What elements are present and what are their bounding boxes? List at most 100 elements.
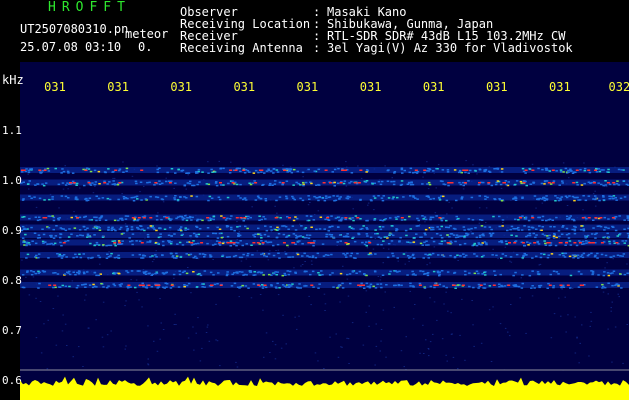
- signal-pixel: [388, 273, 391, 275]
- signal-pixel: [222, 167, 225, 170]
- signal-pixel: [163, 228, 167, 230]
- signal-pixel: [265, 170, 269, 172]
- signal-pixel: [246, 227, 249, 230]
- signal-pixel: [500, 171, 504, 173]
- noise-dot: [567, 314, 569, 316]
- signal-pixel: [219, 167, 223, 170]
- signal-pixel: [506, 229, 509, 232]
- signal-pixel: [129, 286, 132, 288]
- noise-dot: [143, 185, 145, 187]
- signal-pixel: [453, 256, 457, 259]
- signal-pixel: [95, 227, 99, 230]
- signal-pixel: [75, 184, 78, 186]
- signal-pixel: [104, 219, 108, 221]
- noise-dot: [153, 340, 155, 342]
- signal-pixel: [275, 274, 278, 276]
- signal-pixel: [226, 271, 229, 273]
- signal-pixel: [207, 172, 210, 174]
- strong-signal-pixel: [147, 284, 151, 286]
- signal-pixel: [70, 216, 73, 219]
- noise-dot: [147, 358, 149, 360]
- signal-pixel: [421, 270, 425, 273]
- signal-pixel: [212, 274, 215, 276]
- signal-pixel: [178, 215, 182, 218]
- signal-pixel: [425, 240, 428, 242]
- signal-pixel: [517, 219, 520, 221]
- signal-pixel: [73, 227, 77, 229]
- noise-dot: [476, 173, 478, 175]
- noise-dot: [388, 248, 390, 250]
- signal-pixel: [531, 270, 534, 272]
- noise-dot: [531, 163, 534, 165]
- noise-dot: [429, 262, 431, 264]
- noise-dot: [374, 238, 377, 239]
- signal-pixel: [159, 236, 162, 238]
- signal-pixel: [379, 183, 383, 186]
- signal-pixel: [595, 171, 599, 173]
- noise-dot: [122, 161, 124, 163]
- signal-pixel: [365, 241, 368, 243]
- signal-pixel: [262, 216, 265, 218]
- noise-dot: [293, 267, 295, 269]
- signal-pixel: [236, 242, 240, 244]
- signal-pixel: [336, 226, 340, 228]
- noise-dot: [592, 193, 595, 195]
- signal-pixel: [140, 257, 143, 259]
- signal-pixel: [131, 240, 134, 242]
- signal-pixel: [236, 226, 239, 228]
- strong-signal-pixel: [53, 284, 57, 286]
- signal-pixel: [617, 283, 620, 286]
- signal-pixel: [370, 253, 373, 256]
- noise-dot: [32, 276, 35, 278]
- signal-pixel: [162, 272, 166, 275]
- signal-pixel: [408, 215, 411, 218]
- signal-pixel: [26, 270, 29, 272]
- signal-pixel: [54, 235, 58, 237]
- signal-pixel: [239, 197, 242, 199]
- signal-pixel: [196, 183, 199, 186]
- signal-pixel: [333, 168, 337, 171]
- noise-dot: [553, 313, 556, 315]
- signal-pixel: [295, 217, 299, 220]
- signal-pixel: [156, 171, 160, 174]
- signal-pixel: [557, 230, 561, 232]
- noise-dot: [480, 342, 483, 344]
- signal-pixel: [612, 240, 616, 242]
- signal-pixel: [291, 256, 295, 258]
- noise-dot: [207, 161, 209, 163]
- signal-pixel: [189, 180, 192, 183]
- signal-pixel: [379, 283, 383, 285]
- signal-pixel: [103, 180, 106, 183]
- strong-signal-pixel: [572, 182, 576, 184]
- signal-pixel: [454, 236, 458, 239]
- noise-dot: [461, 298, 463, 300]
- noise-dot: [510, 304, 512, 305]
- signal-pixel: [551, 219, 554, 221]
- signal-pixel: [321, 274, 324, 276]
- signal-pixel: [285, 195, 288, 198]
- strong-signal-pixel: [43, 169, 47, 171]
- signal-pixel: [538, 286, 541, 289]
- signal-pixel: [512, 197, 516, 200]
- signal-pixel: [392, 196, 395, 198]
- strong-signal-pixel: [38, 169, 42, 171]
- noise-dot: [368, 305, 370, 307]
- strong-signal-pixel: [531, 217, 535, 219]
- noise-dot: [541, 202, 544, 204]
- signal-pixel: [292, 197, 295, 199]
- signal-pixel: [155, 215, 159, 217]
- noise-dot: [263, 356, 265, 358]
- signal-pixel: [493, 168, 496, 170]
- noise-dot: [212, 259, 214, 260]
- signal-pixel: [400, 180, 404, 182]
- signal-pixel: [429, 285, 433, 288]
- signal-pixel: [75, 287, 79, 289]
- signal-pixel: [549, 225, 552, 228]
- signal-pixel: [552, 235, 556, 237]
- strong-signal-pixel: [551, 182, 555, 184]
- noise-dot: [499, 323, 502, 325]
- strong-signal-pixel: [87, 182, 91, 184]
- strong-signal-pixel: [522, 182, 526, 184]
- signal-pixel: [226, 225, 230, 227]
- signal-pixel: [382, 195, 385, 197]
